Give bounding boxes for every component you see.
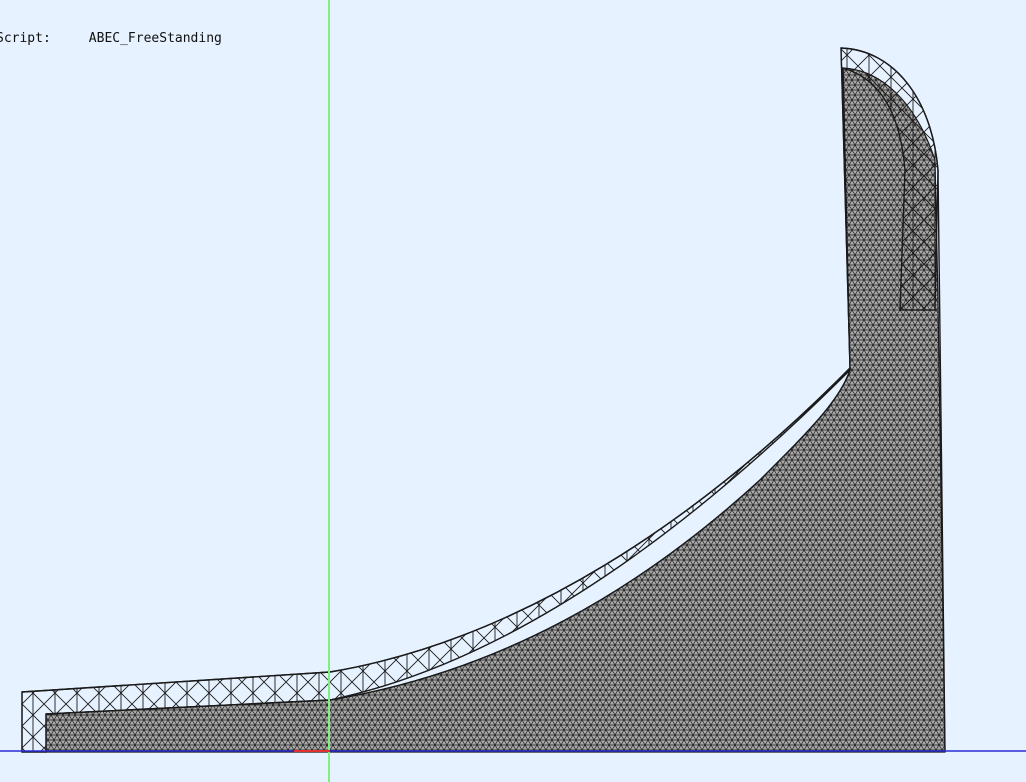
horn-mesh-triangulation bbox=[46, 68, 945, 752]
3d-viewport[interactable]: Script: ABEC_FreeStanding bbox=[0, 0, 1026, 782]
mesh-scene[interactable] bbox=[0, 0, 1026, 782]
